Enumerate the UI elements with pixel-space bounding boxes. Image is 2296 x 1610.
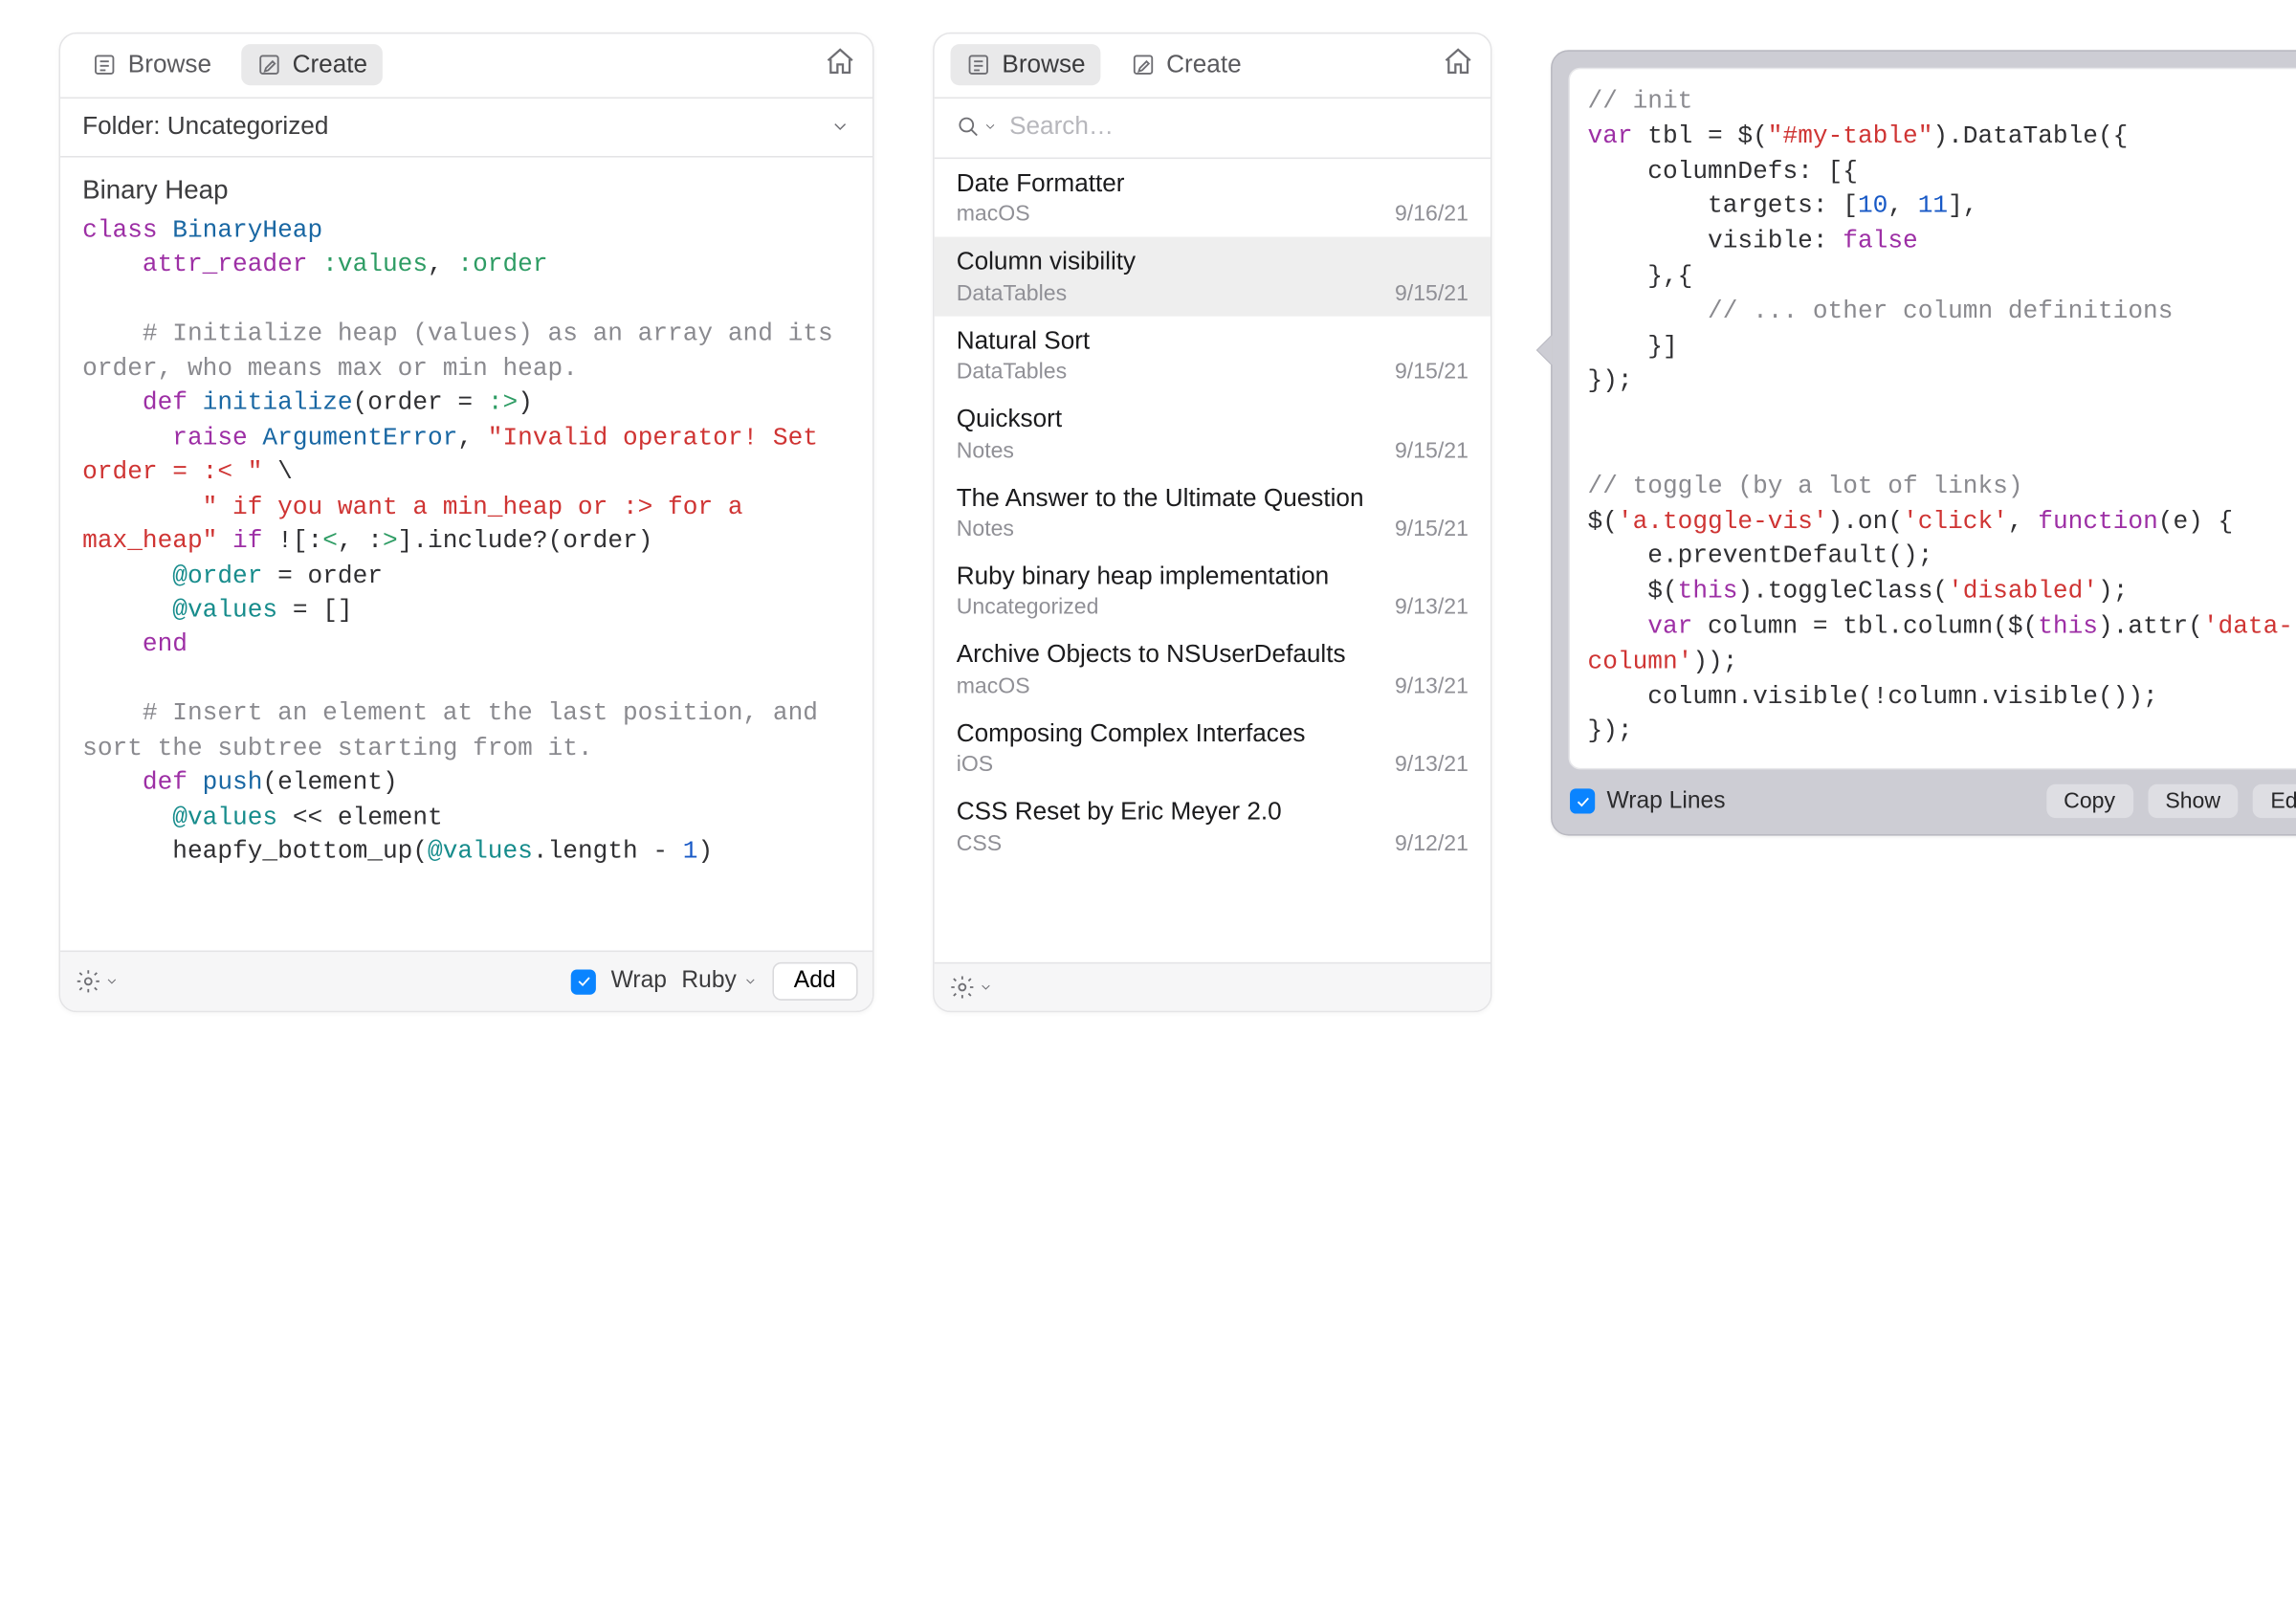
wrap-label: Wrap: [611, 968, 667, 995]
folder-label: Folder: Uncategorized: [82, 112, 328, 142]
show-button[interactable]: Show: [2148, 784, 2239, 818]
list-item-date: 9/13/21: [1395, 673, 1468, 698]
wrap-label: Wrap Lines: [1606, 788, 1725, 815]
list-item-date: 9/15/21: [1395, 360, 1468, 385]
wrap-checkbox[interactable]: [571, 969, 596, 994]
home-button[interactable]: [1442, 45, 1474, 85]
list-item[interactable]: Archive Objects to NSUserDefaultsmacOS 9/…: [935, 630, 1490, 709]
list-panel: Browse Create Date Form: [933, 33, 1491, 1012]
list-item-folder: CSS: [957, 830, 1002, 855]
search-row: [935, 99, 1490, 159]
list-item-date: 9/13/21: [1395, 752, 1468, 777]
browse-label: Browse: [128, 50, 211, 79]
browse-tab[interactable]: Browse: [77, 44, 226, 85]
list-item-date: 9/13/21: [1395, 595, 1468, 620]
list-item-title: Natural Sort: [957, 326, 1468, 356]
list-item-title: Date Formatter: [957, 169, 1468, 199]
list-item-folder: Notes: [957, 517, 1014, 541]
preview-footer: Wrap Lines Copy Show Edit: [1553, 770, 2296, 835]
list-item[interactable]: Date Formatter macOS 9/16/21: [935, 159, 1490, 237]
create-label: Create: [1166, 50, 1241, 79]
snippet-title-input[interactable]: [60, 158, 872, 215]
browse-label: Browse: [1002, 50, 1085, 79]
list-item-title: Ruby binary heap implementation: [957, 562, 1468, 591]
list-item-folder: Uncategorized: [957, 595, 1099, 620]
toolbar: Browse Create: [60, 33, 872, 99]
list-item-folder: iOS: [957, 752, 993, 777]
language-label: Ruby: [681, 968, 736, 995]
list-item-date: 9/15/21: [1395, 517, 1468, 541]
home-button[interactable]: [824, 45, 856, 85]
create-icon: [1130, 52, 1157, 78]
create-icon: [255, 52, 282, 78]
list-item[interactable]: Natural Sort DataTables 9/15/21: [935, 316, 1490, 394]
list-item-folder: macOS: [957, 673, 1030, 698]
copy-button[interactable]: Copy: [2046, 784, 2133, 818]
list-item-folder: macOS: [957, 202, 1030, 227]
chevron-down-icon: [829, 117, 850, 138]
list-item-date: 9/12/21: [1395, 830, 1468, 855]
list-item-folder: DataTables: [957, 280, 1067, 305]
list-item-folder: DataTables: [957, 360, 1067, 385]
editor-panel: Browse Create Folder: Uncategorized clas…: [59, 33, 874, 1012]
list-item[interactable]: CSS Reset by Eric Meyer 2.0 CSS 9/12/21: [935, 787, 1490, 866]
list-footer: [935, 962, 1490, 1011]
language-selector[interactable]: Ruby: [681, 968, 757, 995]
preview-code: // init var tbl = $("#my-table").DataTab…: [1569, 68, 2296, 770]
search-icon: [955, 113, 998, 140]
list-item-date: 9/15/21: [1395, 280, 1468, 305]
toolbar: Browse Create: [935, 33, 1490, 99]
browse-icon: [965, 52, 992, 78]
wrap-checkbox[interactable]: [1570, 789, 1595, 814]
list-item[interactable]: Quicksort Notes 9/15/21: [935, 394, 1490, 473]
list-item-title: Quicksort: [957, 405, 1468, 434]
popover-tail: [1537, 336, 1552, 365]
create-tab[interactable]: Create: [1115, 44, 1256, 85]
code-editor[interactable]: class BinaryHeap attr_reader :values, :o…: [60, 215, 872, 951]
gear-button[interactable]: [75, 968, 119, 995]
list-item-date: 9/15/21: [1395, 438, 1468, 463]
list-item[interactable]: Column visibility DataTables 9/15/21: [935, 237, 1490, 316]
browse-icon: [91, 52, 118, 78]
edit-button[interactable]: Edit: [2253, 784, 2296, 818]
list-item-title: Archive Objects to NSUserDefaults: [957, 641, 1468, 671]
folder-selector[interactable]: Folder: Uncategorized: [60, 99, 872, 158]
create-label: Create: [293, 50, 367, 79]
browse-tab[interactable]: Browse: [951, 44, 1100, 85]
list-item-title: CSS Reset by Eric Meyer 2.0: [957, 798, 1468, 827]
list-item[interactable]: The Answer to the Ultimate Question Notes…: [935, 474, 1490, 552]
create-tab[interactable]: Create: [241, 44, 383, 85]
list-item-title: Composing Complex Interfaces: [957, 719, 1468, 749]
list-item[interactable]: Ruby binary heap implementation Uncategor…: [935, 552, 1490, 630]
list-item-title: The Answer to the Ultimate Question: [957, 483, 1468, 513]
list-item-folder: Notes: [957, 438, 1014, 463]
preview-popover: // init var tbl = $("#my-table").DataTab…: [1551, 50, 2296, 836]
gear-button[interactable]: [949, 974, 993, 1001]
list-item-date: 9/16/21: [1395, 202, 1468, 227]
list-item[interactable]: Composing Complex Interfaces iOS 9/13/21: [935, 709, 1490, 787]
list-item-title: Column visibility: [957, 248, 1468, 277]
editor-footer: Wrap Ruby Add: [60, 951, 872, 1011]
search-input[interactable]: [1006, 110, 1469, 143]
add-button[interactable]: Add: [772, 962, 858, 1001]
snippet-list: Date Formatter macOS 9/16/21 Column visibil…: [935, 159, 1490, 962]
